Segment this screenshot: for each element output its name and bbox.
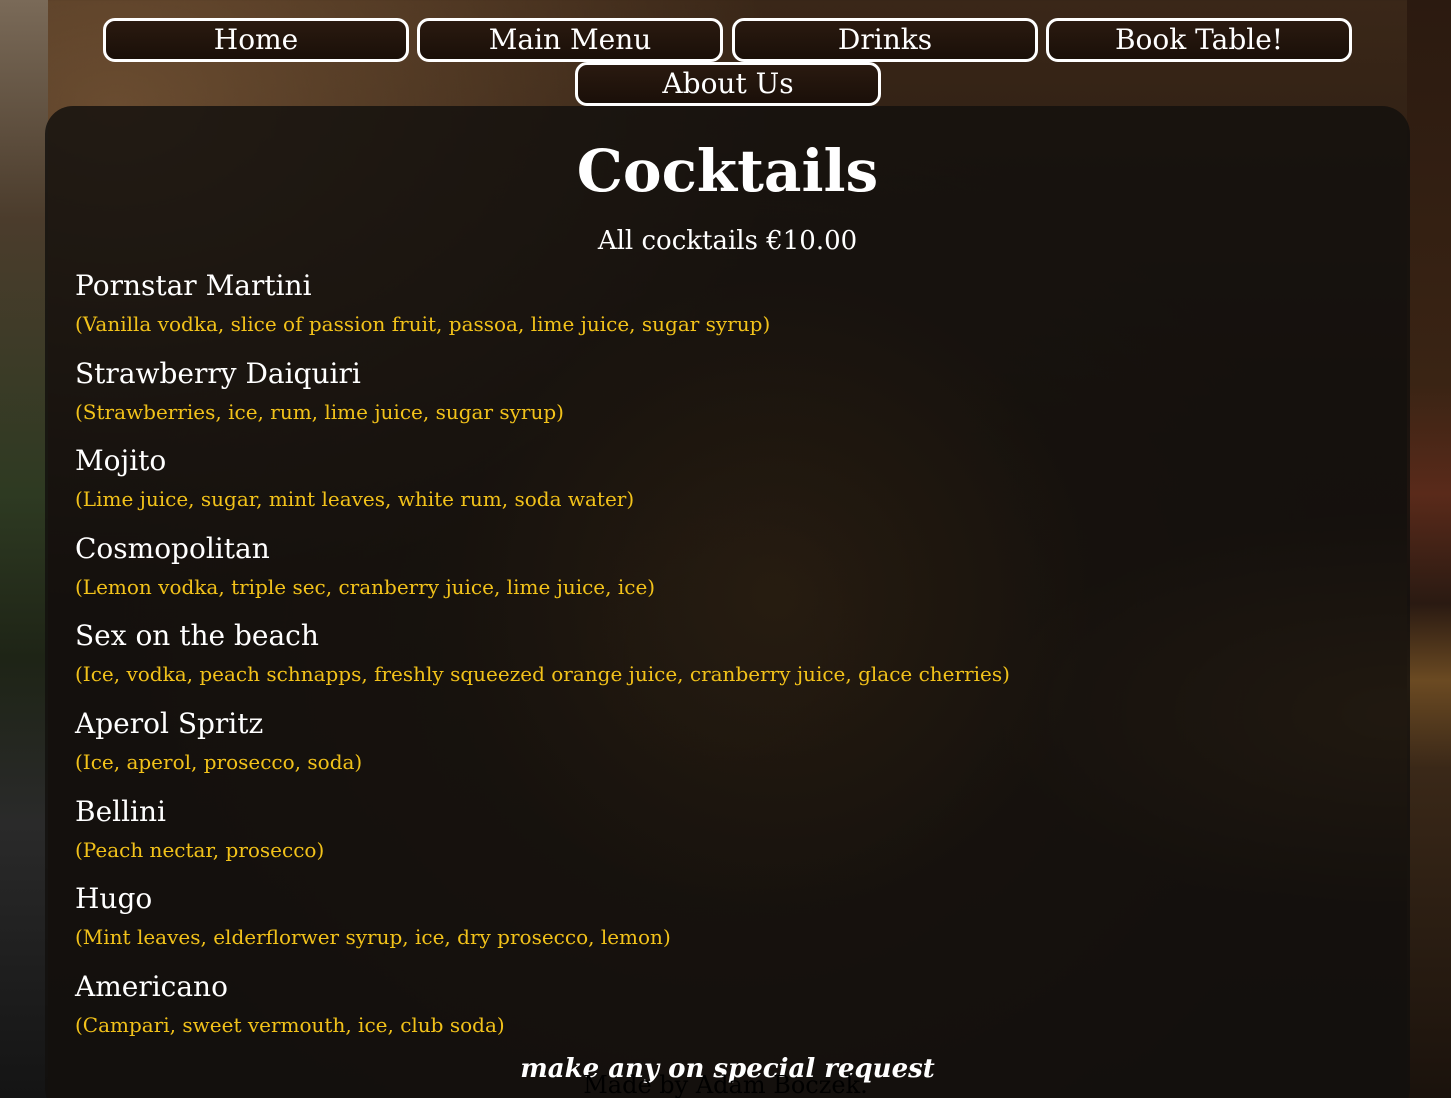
- cocktail-item: Bellini (Peach nectar, prosecco): [75, 794, 1375, 882]
- cocktail-item: Cosmopolitan (Lemon vodka, triple sec, c…: [75, 531, 1375, 619]
- cocktail-name: Aperol Spritz: [75, 706, 264, 740]
- cocktail-list: Pornstar Martini (Vanilla vodka, slice o…: [75, 268, 1375, 1056]
- footer-credit: Made by Adam Boczek.: [583, 1071, 868, 1098]
- nav-about-us-button[interactable]: About Us: [575, 62, 881, 106]
- nav-main-menu-button[interactable]: Main Menu: [417, 18, 723, 62]
- cocktail-item: Strawberry Daiquiri (Strawberries, ice, …: [75, 356, 1375, 444]
- cocktail-item: Americano (Campari, sweet vermouth, ice,…: [75, 969, 1375, 1057]
- cocktail-item: Aperol Spritz (Ice, aperol, prosecco, so…: [75, 706, 1375, 794]
- cocktail-ingredients: (Lemon vodka, triple sec, cranberry juic…: [75, 574, 656, 599]
- page-title: Cocktails: [576, 137, 879, 205]
- cocktail-item: Sex on the beach (Ice, vodka, peach schn…: [75, 618, 1375, 706]
- cocktail-name: Pornstar Martini: [75, 269, 312, 302]
- cocktail-name: Americano: [75, 969, 228, 1003]
- cocktail-item: Hugo (Mint leaves, elderflorwer syrup, i…: [75, 881, 1375, 969]
- cocktail-name: Bellini: [75, 794, 166, 828]
- cocktail-item: Pornstar Martini (Vanilla vodka, slice o…: [75, 268, 1375, 356]
- cocktail-name: Cosmopolitan: [75, 531, 270, 565]
- cocktail-ingredients: (Mint leaves, elderflorwer syrup, ice, d…: [75, 925, 671, 950]
- cocktail-name: Hugo: [75, 882, 153, 916]
- cocktail-name: Sex on the beach: [75, 619, 319, 653]
- cocktail-ingredients: (Strawberries, ice, rum, lime juice, sug…: [75, 399, 564, 424]
- cocktail-name: Strawberry Daiquiri: [75, 356, 361, 390]
- cocktail-ingredients: (Lime juice, sugar, mint leaves, white r…: [75, 487, 635, 512]
- nav-drinks-button[interactable]: Drinks: [732, 18, 1038, 62]
- cocktail-ingredients: (Ice, aperol, prosecco, soda): [75, 749, 363, 774]
- cocktail-ingredients: (Campari, sweet vermouth, ice, club soda…: [75, 1012, 505, 1037]
- nav-home-button[interactable]: Home: [103, 18, 409, 62]
- cocktail-ingredients: (Peach nectar, prosecco): [75, 837, 325, 862]
- cocktail-item: Mojito (Lime juice, sugar, mint leaves, …: [75, 443, 1375, 531]
- price-note: All cocktails €10.00: [597, 226, 858, 256]
- nav-book-table-button[interactable]: Book Table!: [1046, 18, 1352, 62]
- cocktails-panel: Cocktails All cocktails €10.00 Pornstar …: [45, 106, 1410, 1098]
- cocktail-ingredients: (Ice, vodka, peach schnapps, freshly squ…: [75, 662, 1010, 687]
- cocktail-ingredients: (Vanilla vodka, slice of passion fruit, …: [75, 312, 771, 336]
- cocktail-name: Mojito: [75, 444, 167, 478]
- background-right-edge: [1407, 0, 1451, 1098]
- background-left-edge: [0, 0, 48, 1098]
